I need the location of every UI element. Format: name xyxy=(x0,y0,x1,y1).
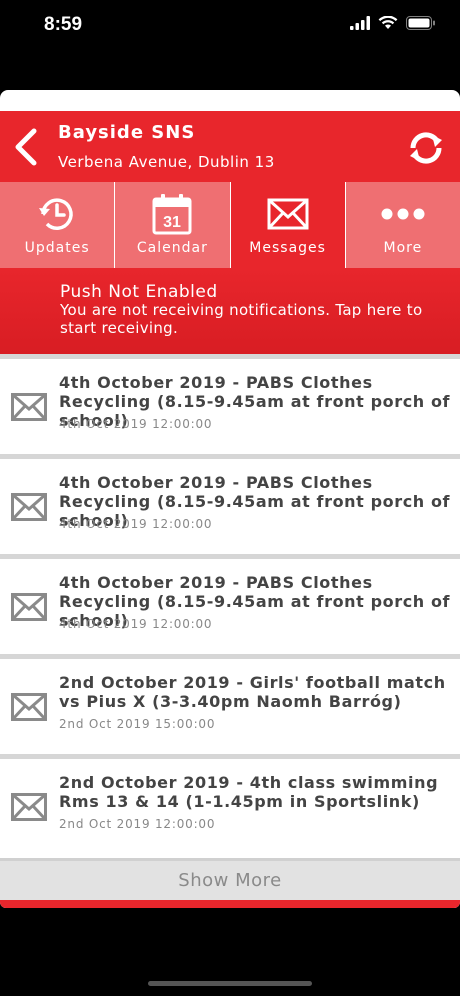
back-button[interactable] xyxy=(10,127,44,167)
school-header: Bayside SNS Verbena Avenue, Dublin 13 xyxy=(0,111,460,182)
tab-more[interactable]: More xyxy=(345,182,460,268)
status-time: 8:59 xyxy=(44,14,83,35)
chevron-left-icon xyxy=(15,128,37,166)
message-date: 4th Oct 2019 12:00:00 xyxy=(59,417,213,431)
refresh-button[interactable] xyxy=(406,131,446,165)
clock-refresh-icon xyxy=(37,192,77,236)
message-date: 2nd Oct 2019 12:00:00 xyxy=(59,817,216,831)
show-more-button[interactable]: Show More xyxy=(0,858,460,900)
tab-label: Updates xyxy=(24,240,90,256)
envelope-icon xyxy=(267,192,309,236)
message-list: 4th October 2019 - PABS Clothes Recyclin… xyxy=(0,354,460,854)
message-row[interactable]: 2nd October 2019 - 4th class swimming Rm… xyxy=(0,754,460,854)
status-bar: 8:59 xyxy=(0,0,460,50)
battery-icon xyxy=(406,16,435,30)
more-dots-icon xyxy=(381,192,425,236)
app-card: Bayside SNS Verbena Avenue, Dublin 13 Up… xyxy=(0,90,460,908)
envelope-icon xyxy=(11,793,47,821)
message-row[interactable]: 4th October 2019 - PABS Clothes Recyclin… xyxy=(0,354,460,454)
tab-bar: Updates 31 Calendar Messages More xyxy=(0,182,460,268)
tab-label: Messages xyxy=(249,240,326,256)
envelope-icon xyxy=(11,693,47,721)
status-icons xyxy=(350,16,436,30)
bottom-accent-bar xyxy=(0,900,460,908)
message-title: 2nd October 2019 - Girls' football match… xyxy=(59,673,446,711)
push-not-enabled-banner[interactable]: Push Not Enabled You are not receiving n… xyxy=(0,268,460,354)
push-banner-title: Push Not Enabled xyxy=(60,282,218,302)
message-row[interactable]: 2nd October 2019 - Girls' football match… xyxy=(0,654,460,754)
envelope-icon xyxy=(11,393,47,421)
envelope-icon xyxy=(11,593,47,621)
message-date: 2nd Oct 2019 15:00:00 xyxy=(59,717,216,731)
school-address: Verbena Avenue, Dublin 13 xyxy=(58,153,275,171)
message-row[interactable]: 4th October 2019 - PABS Clothes Recyclin… xyxy=(0,554,460,654)
message-date: 4th Oct 2019 12:00:00 xyxy=(59,617,213,631)
tab-calendar[interactable]: 31 Calendar xyxy=(115,182,231,268)
school-name: Bayside SNS xyxy=(58,122,196,143)
push-banner-text: You are not receiving notifications. Tap… xyxy=(60,301,423,337)
tab-updates[interactable]: Updates xyxy=(0,182,116,268)
refresh-icon xyxy=(410,132,442,164)
message-title: 2nd October 2019 - 4th class swimming Rm… xyxy=(59,773,439,811)
envelope-icon xyxy=(11,493,47,521)
calendar-day: 31 xyxy=(163,214,181,231)
message-date: 4th Oct 2019 12:00:00 xyxy=(59,517,213,531)
tab-label: More xyxy=(383,240,423,256)
message-row[interactable]: 4th October 2019 - PABS Clothes Recyclin… xyxy=(0,454,460,554)
home-indicator[interactable] xyxy=(148,981,312,986)
calendar-icon: 31 xyxy=(152,192,192,236)
tab-label: Calendar xyxy=(136,240,208,256)
signal-icon xyxy=(350,16,370,30)
wifi-icon xyxy=(378,16,398,29)
tab-messages[interactable]: Messages xyxy=(230,182,346,268)
